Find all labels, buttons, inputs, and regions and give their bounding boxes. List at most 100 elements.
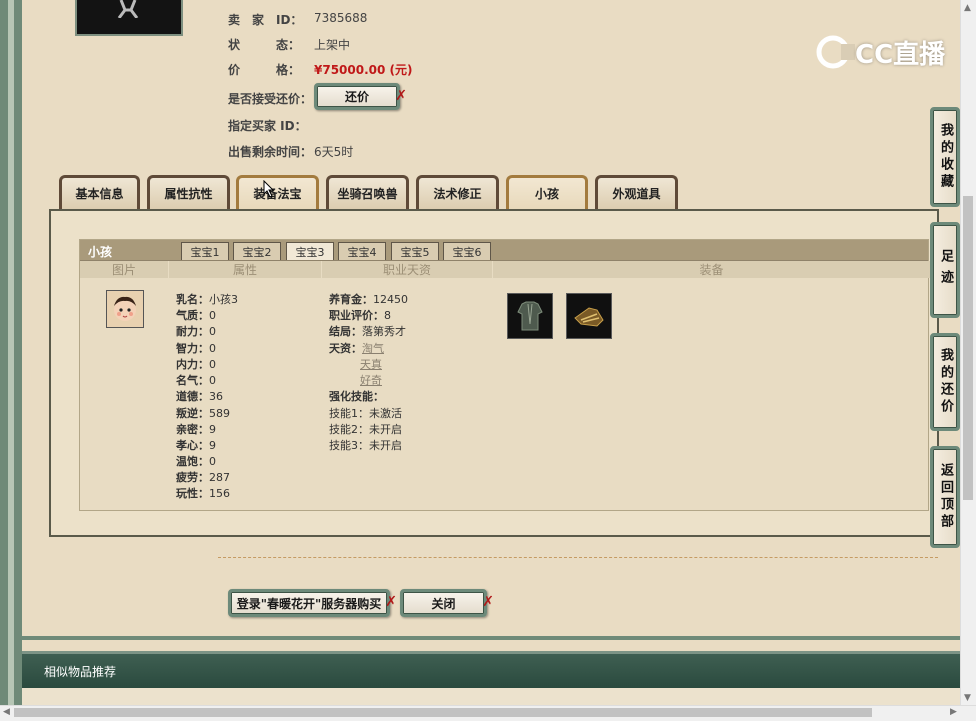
sidebar-back-to-top-button[interactable]: 返回顶部 (930, 446, 960, 548)
cc-live-watermark: CC直播 (815, 32, 945, 72)
attr-key: 叛逆： (176, 407, 209, 420)
attr-value: 589 (209, 407, 230, 420)
subtab-baby5[interactable]: 宝宝5 (391, 242, 439, 260)
counter-offer-label: 是否接受还价： (228, 92, 313, 106)
subtab-baby3[interactable]: 宝宝3 (286, 242, 334, 260)
attr-row: 气质：0 (176, 307, 216, 323)
sidebar-my-offers-button[interactable]: 我的还价 (930, 333, 960, 431)
armor-icon (517, 301, 543, 331)
attr-key: 孝心： (176, 439, 209, 452)
subtab-baby1[interactable]: 宝宝1 (181, 242, 229, 260)
attr-row: 乳名：小孩3 (176, 291, 238, 307)
child-portrait (106, 290, 144, 328)
price-value: ¥75000.00 (元) (314, 63, 413, 77)
attr-key: 玩性： (176, 487, 209, 500)
tab-child[interactable]: 小孩 (506, 175, 588, 209)
bottom-strip (22, 688, 960, 705)
subtab-label: 宝宝3 (295, 245, 325, 259)
child-header: 小孩 宝宝1 宝宝2 宝宝3 宝宝4 宝宝5 宝宝6 (80, 240, 928, 261)
scroll-right-icon[interactable]: ▶ (950, 707, 957, 717)
career-key: 天资： (329, 342, 362, 355)
vertical-scroll-thumb[interactable] (963, 196, 973, 500)
talent-link[interactable]: 淘气 (362, 342, 384, 355)
attr-row: 道德：36 (176, 388, 223, 404)
close-button-label: 关闭 (431, 596, 456, 611)
scroll-down-icon[interactable]: ▼ (964, 693, 971, 703)
horizontal-scroll-thumb[interactable] (14, 708, 872, 717)
status-label: 状 态： (228, 38, 301, 52)
scroll-left-icon[interactable]: ◀ (3, 707, 10, 717)
login-buy-button[interactable]: 登录"春暖花开"服务器购买 ✗ (228, 589, 397, 617)
talent-link[interactable]: 好奇 (360, 372, 382, 388)
sidebar-favorites-label: 我的收藏 (938, 123, 953, 191)
sidebar-history-label: 足迹 (938, 249, 953, 291)
knot-icon: ✗ (395, 88, 407, 104)
child-inner-panel: 小孩 宝宝1 宝宝2 宝宝3 宝宝4 宝宝5 宝宝6 图片 属性 职业天资 装备 (79, 239, 930, 511)
attr-row: 内力：0 (176, 356, 216, 372)
attr-value: 0 (209, 309, 216, 322)
sidebar-favorites-button[interactable]: 我的收藏 (930, 107, 960, 207)
time-left-value: 6天5时 (314, 145, 354, 159)
attr-row: 耐力：0 (176, 323, 216, 339)
tab-appearance[interactable]: 外观道具 (595, 175, 678, 209)
skill-value: 未开启 (369, 439, 402, 452)
attr-key: 乳名： (176, 293, 209, 306)
skill-row: 技能1：未激活 (329, 405, 402, 421)
skill-key: 技能3： (329, 439, 369, 452)
attr-value: 36 (209, 390, 223, 403)
knot-icon: ✗ (385, 594, 397, 610)
attr-row: 智力：0 (176, 340, 216, 356)
attr-row: 疲劳：287 (176, 469, 230, 485)
talent-link[interactable]: 天真 (360, 356, 382, 372)
attr-row: 玩性：156 (176, 485, 230, 501)
buyer-id-label: 指定买家 ID： (228, 119, 307, 133)
tab-mounts-summons[interactable]: 坐骑召唤兽 (326, 175, 409, 209)
tab-label: 属性抗性 (164, 187, 213, 201)
scroll-up-icon[interactable]: ▲ (964, 3, 971, 13)
tab-label: 法术修正 (433, 187, 482, 201)
tab-label: 小孩 (534, 187, 559, 201)
sidebar-history-button[interactable]: 足迹 (930, 222, 960, 318)
career-value: 8 (384, 309, 391, 322)
counter-offer-button-label: 还价 (344, 90, 369, 104)
skill-row: 技能2：未开启 (329, 421, 402, 437)
skill-key: 技能2： (329, 423, 369, 436)
attr-value: 小孩3 (209, 293, 238, 306)
equipment-shoes[interactable] (566, 293, 612, 339)
subtab-label: 宝宝1 (190, 245, 220, 259)
skills-label: 强化技能： (329, 390, 384, 403)
attr-value: 0 (209, 325, 216, 338)
tab-spell-correction[interactable]: 法术修正 (416, 175, 499, 209)
attr-value: 0 (209, 374, 216, 387)
equipment-armor[interactable] (507, 293, 553, 339)
subtab-label: 宝宝2 (242, 245, 272, 259)
tab-attributes[interactable]: 属性抗性 (147, 175, 230, 209)
subtab-baby6[interactable]: 宝宝6 (443, 242, 491, 260)
column-image: 图片 (80, 261, 169, 278)
tab-equipment[interactable]: 装备法宝 (236, 175, 319, 209)
subtab-label: 宝宝6 (452, 245, 482, 259)
tab-basic-info[interactable]: 基本信息 (59, 175, 140, 209)
attr-key: 疲劳： (176, 471, 209, 484)
child-title: 小孩 (88, 245, 113, 259)
tab-label: 装备法宝 (253, 187, 302, 201)
career-row: 职业评价：8 (329, 307, 391, 323)
counter-offer-button[interactable]: 还价 ✗ (314, 83, 407, 110)
character-figure-icon (117, 0, 139, 18)
sidebar-my-offers-label: 我的还价 (938, 348, 953, 416)
subtab-baby4[interactable]: 宝宝4 (338, 242, 386, 260)
attr-key: 气质： (176, 309, 209, 322)
watermark-text: CC直播 (855, 39, 946, 70)
child-face-icon (114, 296, 136, 321)
attr-key: 亲密： (176, 423, 209, 436)
skill-key: 技能1： (329, 407, 369, 420)
time-left-label: 出售剩余时间： (228, 145, 313, 159)
attr-key: 温饱： (176, 455, 209, 468)
attr-row: 温饱：0 (176, 453, 216, 469)
attr-row: 叛逆：589 (176, 405, 230, 421)
career-value: 落第秀才 (362, 325, 406, 338)
close-button[interactable]: 关闭 ✗ (400, 589, 494, 617)
subtab-baby2[interactable]: 宝宝2 (233, 242, 281, 260)
tab-label: 外观道具 (612, 187, 661, 201)
column-career: 职业天资 (322, 261, 493, 278)
